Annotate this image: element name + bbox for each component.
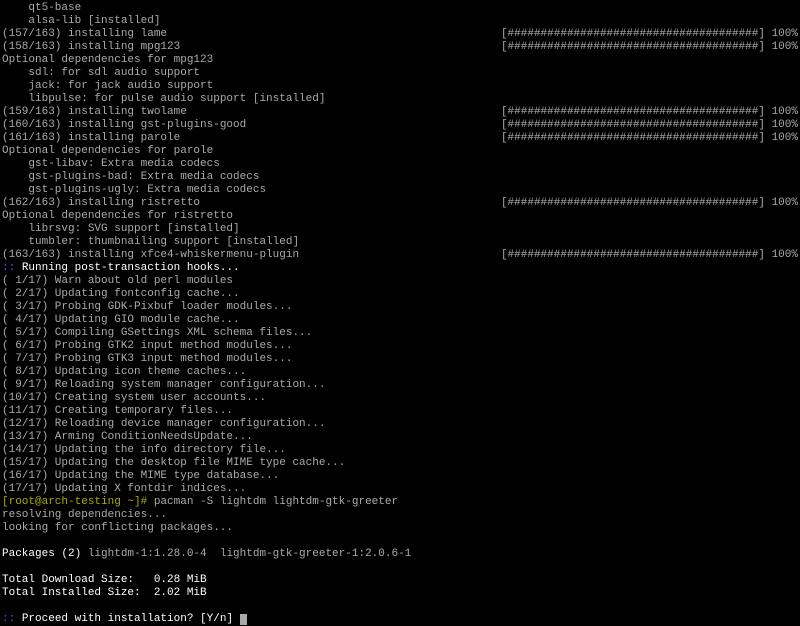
pkg-dep-line: qt5-base: [2, 2, 798, 15]
colon-colon-icon: ::: [2, 613, 22, 625]
packages-summary: Packages (2) lightdm-1:1.28.0-4 lightdm-…: [2, 548, 798, 561]
install-progress-row: (160/163) installing gst-plugins-good [#…: [2, 119, 798, 132]
checking-conflicts: looking for conflicting packages...: [2, 522, 798, 535]
progress-bar: [######################################]…: [501, 119, 798, 132]
hook-line: (13/17) Arming ConditionNeedsUpdate...: [2, 431, 798, 444]
optional-dep-line: gst-plugins-ugly: Extra media codecs: [2, 184, 798, 197]
hook-line: ( 7/17) Probing GTK3 input method module…: [2, 353, 798, 366]
optional-dep-line: tumbler: thumbnailing support [installed…: [2, 236, 798, 249]
install-label: (162/163) installing ristretto: [2, 197, 200, 210]
install-label: (158/163) installing mpg123: [2, 41, 180, 54]
blank-line: [2, 535, 798, 548]
optional-dep-line: sdl: for sdl audio support: [2, 67, 798, 80]
install-progress-row: (161/163) installing parole [###########…: [2, 132, 798, 145]
install-progress-row: (163/163) installing xfce4-whiskermenu-p…: [2, 249, 798, 262]
pkg-dep-line: alsa-lib [installed]: [2, 15, 798, 28]
hook-line: (16/17) Updating the MIME type database.…: [2, 470, 798, 483]
optional-dep-line: jack: for jack audio support: [2, 80, 798, 93]
installed-size: Total Installed Size: 2.02 MiB: [2, 587, 798, 600]
hook-line: (17/17) Updating X fontdir indices...: [2, 483, 798, 496]
hook-line: (11/17) Creating temporary files...: [2, 405, 798, 418]
hook-line: ( 1/17) Warn about old perl modules: [2, 275, 798, 288]
download-size: Total Download Size: 0.28 MiB: [2, 574, 798, 587]
optional-dep-line: gst-plugins-bad: Extra media codecs: [2, 171, 798, 184]
hook-line: ( 5/17) Compiling GSettings XML schema f…: [2, 327, 798, 340]
command-text: pacman -S lightdm lightdm-gtk-greeter: [154, 496, 398, 508]
optional-dep-line: libpulse: for pulse audio support [insta…: [2, 93, 798, 106]
shell-prompt: [root@arch-testing ~]#: [2, 496, 154, 508]
install-label: (163/163) installing xfce4-whiskermenu-p…: [2, 249, 299, 262]
hook-line: (10/17) Creating system user accounts...: [2, 392, 798, 405]
terminal-output[interactable]: qt5-base alsa-lib [installed] (157/163) …: [2, 2, 798, 626]
hook-line: ( 3/17) Probing GDK-Pixbuf loader module…: [2, 301, 798, 314]
install-progress-row: (157/163) installing lame [#############…: [2, 28, 798, 41]
install-progress-row: (162/163) installing ristretto [########…: [2, 197, 798, 210]
hook-line: ( 2/17) Updating fontconfig cache...: [2, 288, 798, 301]
install-label: (157/163) installing lame: [2, 28, 167, 41]
optional-dep-line: gst-libav: Extra media codecs: [2, 158, 798, 171]
install-progress-row: (159/163) installing twolame [##########…: [2, 106, 798, 119]
progress-bar: [######################################]…: [501, 132, 798, 145]
resolving-deps: resolving dependencies...: [2, 509, 798, 522]
colon-colon-icon: ::: [2, 262, 22, 274]
progress-bar: [######################################]…: [501, 197, 798, 210]
install-progress-row: (158/163) installing mpg123 [###########…: [2, 41, 798, 54]
progress-bar: [######################################]…: [501, 41, 798, 54]
blank-line: [2, 600, 798, 613]
hooks-header: :: Running post-transaction hooks...: [2, 262, 798, 275]
hook-line: (15/17) Updating the desktop file MIME t…: [2, 457, 798, 470]
hook-line: ( 9/17) Reloading system manager configu…: [2, 379, 798, 392]
progress-bar: [######################################]…: [501, 28, 798, 41]
hook-line: ( 8/17) Updating icon theme caches...: [2, 366, 798, 379]
optional-deps-header: Optional dependencies for ristretto: [2, 210, 798, 223]
optional-deps-header: Optional dependencies for mpg123: [2, 54, 798, 67]
cursor-icon: [240, 614, 247, 625]
progress-bar: [######################################]…: [501, 249, 798, 262]
hook-line: (14/17) Updating the info directory file…: [2, 444, 798, 457]
proceed-prompt[interactable]: :: Proceed with installation? [Y/n]: [2, 613, 798, 626]
optional-dep-line: librsvg: SVG support [installed]: [2, 223, 798, 236]
progress-bar: [######################################]…: [501, 106, 798, 119]
shell-prompt-line: [root@arch-testing ~]# pacman -S lightdm…: [2, 496, 798, 509]
install-label: (161/163) installing parole: [2, 132, 180, 145]
install-label: (159/163) installing twolame: [2, 106, 187, 119]
hook-line: ( 6/17) Probing GTK2 input method module…: [2, 340, 798, 353]
optional-deps-header: Optional dependencies for parole: [2, 145, 798, 158]
blank-line: [2, 561, 798, 574]
install-label: (160/163) installing gst-plugins-good: [2, 119, 246, 132]
hook-line: (12/17) Reloading device manager configu…: [2, 418, 798, 431]
hook-line: ( 4/17) Updating GIO module cache...: [2, 314, 798, 327]
